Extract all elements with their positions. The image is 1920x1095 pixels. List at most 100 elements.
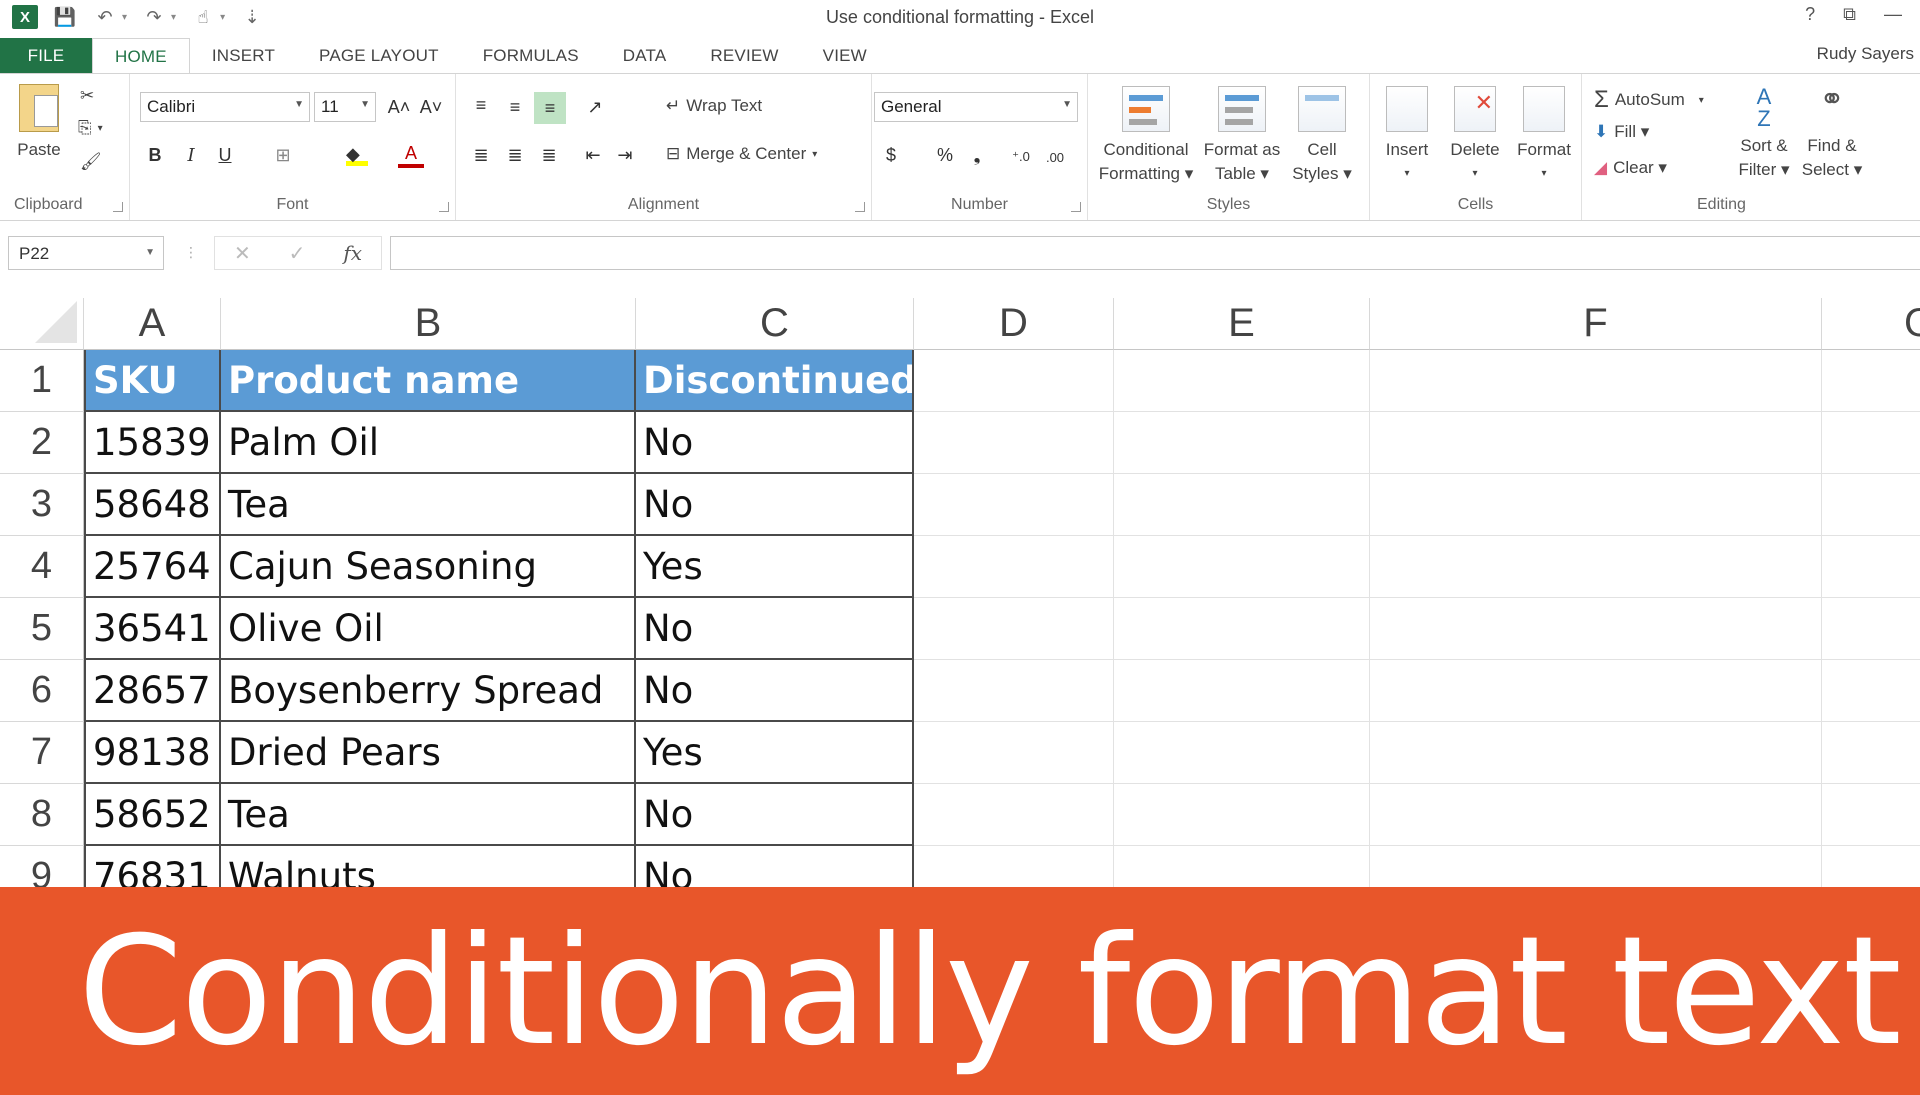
empty-cell[interactable] [1370, 536, 1822, 598]
cell-a6[interactable]: 28657 [84, 660, 221, 722]
clear-button[interactable]: ◢ Clear ▾ [1594, 158, 1667, 178]
empty-cell[interactable] [1822, 536, 1920, 598]
format-cells-button[interactable]: Format ▾ [1510, 86, 1578, 186]
tab-formulas[interactable]: FORMULAS [461, 38, 601, 74]
cell-a3[interactable]: 58648 [84, 474, 221, 536]
empty-cell[interactable] [1822, 846, 1920, 888]
empty-cell[interactable] [1822, 660, 1920, 722]
row-header-4[interactable]: 4 [0, 536, 84, 598]
font-color-icon[interactable]: A [398, 142, 424, 168]
empty-cell[interactable] [1822, 412, 1920, 474]
cell-b7[interactable]: Dried Pears [221, 722, 636, 784]
column-header-g[interactable]: G [1822, 298, 1920, 350]
tab-home[interactable]: HOME [92, 38, 190, 74]
sort-filter-button[interactable]: AZ Sort & Filter ▾ [1732, 82, 1796, 182]
cell-c6[interactable]: No [636, 660, 914, 722]
decrease-decimal-button[interactable]: .00 [1042, 144, 1068, 170]
row-header-5[interactable]: 5 [0, 598, 84, 660]
cell-a8[interactable]: 58652 [84, 784, 221, 846]
empty-cell[interactable] [1114, 598, 1370, 660]
row-header-6[interactable]: 6 [0, 660, 84, 722]
empty-cell[interactable] [914, 536, 1114, 598]
column-header-e[interactable]: E [1114, 298, 1370, 350]
empty-cell[interactable] [1822, 784, 1920, 846]
formula-bar-splitter[interactable]: ⋮ [184, 244, 198, 261]
cell-a2[interactable]: 15839 [84, 412, 221, 474]
cell-c9[interactable]: No [636, 846, 914, 888]
column-header-f[interactable]: F [1370, 298, 1822, 350]
name-box[interactable]: P22 ▼ [8, 236, 164, 270]
ribbon-display-icon[interactable]: ⧉ [1843, 4, 1856, 25]
empty-cell[interactable] [1370, 598, 1822, 660]
bold-button[interactable]: B [142, 142, 168, 168]
italic-button[interactable]: I [178, 142, 204, 168]
cell-c2[interactable]: No [636, 412, 914, 474]
cell-c3[interactable]: No [636, 474, 914, 536]
borders-icon[interactable]: ⊞ [270, 142, 296, 168]
cell-a5[interactable]: 36541 [84, 598, 221, 660]
increase-indent-icon[interactable]: ⇥ [612, 142, 638, 168]
font-name-select[interactable]: Calibri ▼ [140, 92, 310, 122]
tab-page-layout[interactable]: PAGE LAYOUT [297, 38, 461, 74]
row-header-9[interactable]: 9 [0, 846, 84, 888]
align-right-icon[interactable]: ≣ [536, 142, 562, 168]
row-header-3[interactable]: 3 [0, 474, 84, 536]
format-as-table-button[interactable]: Format as Table ▾ [1200, 86, 1284, 186]
empty-cell[interactable] [1114, 412, 1370, 474]
header-cell-product-name[interactable]: Product name [221, 350, 636, 412]
font-launcher-icon[interactable] [439, 202, 449, 212]
enter-icon[interactable]: ✓ [289, 241, 306, 266]
column-header-d[interactable]: D [914, 298, 1114, 350]
middle-align-icon[interactable]: ≡ [502, 94, 528, 120]
alignment-launcher-icon[interactable] [855, 202, 865, 212]
header-cell-sku[interactable]: SKU [84, 350, 221, 412]
row-header-7[interactable]: 7 [0, 722, 84, 784]
cell-b8[interactable]: Tea [221, 784, 636, 846]
empty-cell[interactable] [1114, 784, 1370, 846]
empty-cell[interactable] [1822, 474, 1920, 536]
cell-c4[interactable]: Yes [636, 536, 914, 598]
empty-cell[interactable] [1114, 846, 1370, 888]
number-format-select[interactable]: General ▼ [874, 92, 1078, 122]
cell-c8[interactable]: No [636, 784, 914, 846]
cell-a4[interactable]: 25764 [84, 536, 221, 598]
empty-cell[interactable] [1822, 722, 1920, 784]
empty-cell[interactable] [1370, 784, 1822, 846]
bottom-align-icon[interactable]: ≡ [534, 92, 566, 124]
empty-cell[interactable] [1370, 350, 1822, 412]
autosum-button[interactable]: Σ AutoSum ▾ [1594, 86, 1704, 114]
row-header-1[interactable]: 1 [0, 350, 84, 412]
empty-cell[interactable] [914, 598, 1114, 660]
fill-color-icon[interactable]: ◆ [344, 142, 370, 168]
cell-b5[interactable]: Olive Oil [221, 598, 636, 660]
delete-cells-button[interactable]: ✕ Delete ▾ [1442, 86, 1508, 186]
row-header-2[interactable]: 2 [0, 412, 84, 474]
help-icon[interactable]: ? [1805, 4, 1815, 25]
merge-center-button[interactable]: ⊟ Merge & Center ▾ [666, 144, 817, 164]
formula-input[interactable] [390, 236, 1920, 270]
empty-cell[interactable] [914, 846, 1114, 888]
top-align-icon[interactable]: ≡ [468, 92, 494, 118]
cancel-icon[interactable]: ✕ [234, 241, 251, 266]
empty-cell[interactable] [1114, 350, 1370, 412]
empty-cell[interactable] [914, 412, 1114, 474]
conditional-formatting-button[interactable]: Conditional Formatting ▾ [1094, 86, 1198, 186]
minimize-icon[interactable]: — [1884, 4, 1902, 25]
empty-cell[interactable] [914, 350, 1114, 412]
tab-review[interactable]: REVIEW [688, 38, 800, 74]
empty-cell[interactable] [1114, 474, 1370, 536]
cell-styles-button[interactable]: Cell Styles ▾ [1286, 86, 1358, 186]
tab-insert[interactable]: INSERT [190, 38, 297, 74]
insert-function-icon[interactable]: fx [343, 241, 362, 265]
empty-cell[interactable] [1370, 412, 1822, 474]
empty-cell[interactable] [1370, 722, 1822, 784]
empty-cell[interactable] [1370, 846, 1822, 888]
empty-cell[interactable] [914, 722, 1114, 784]
align-center-icon[interactable]: ≣ [502, 142, 528, 168]
empty-cell[interactable] [914, 660, 1114, 722]
column-header-c[interactable]: C [636, 298, 914, 350]
percent-button[interactable]: % [932, 142, 958, 168]
fill-button[interactable]: ⬇ Fill ▾ [1594, 122, 1649, 142]
empty-cell[interactable] [1114, 536, 1370, 598]
cell-b9[interactable]: Walnuts [221, 846, 636, 888]
